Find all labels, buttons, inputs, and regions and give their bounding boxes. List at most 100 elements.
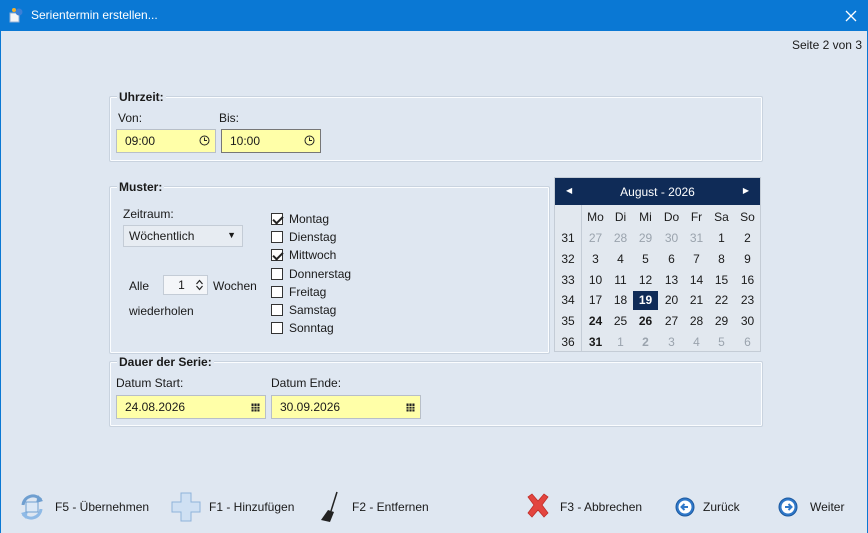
calendar-day[interactable]: 18 <box>608 291 633 310</box>
calendar-day[interactable]: 6 <box>735 333 760 352</box>
calendar-day[interactable]: 14 <box>684 271 709 290</box>
calendar-day[interactable]: 5 <box>709 333 734 352</box>
checkbox-box[interactable] <box>271 249 283 262</box>
start-date-label: Datum Start: <box>116 376 184 390</box>
end-date-field[interactable]: 30.09.2026 <box>271 395 421 419</box>
checkbox-box[interactable] <box>271 322 283 335</box>
checkbox-label: Donnerstag <box>289 266 352 281</box>
calendar-day[interactable]: 26 <box>633 312 658 331</box>
calendar-day[interactable]: 13 <box>659 271 684 290</box>
week-number: 31 <box>561 231 575 245</box>
checkbox-box[interactable] <box>271 213 283 225</box>
cancel-button[interactable]: F3 - Abbrechen <box>524 491 642 523</box>
calendar-day[interactable]: 5 <box>633 250 658 269</box>
close-button[interactable] <box>834 0 868 31</box>
calendar-day[interactable]: 3 <box>659 333 684 352</box>
weekday-checkbox[interactable]: Mittwoch <box>271 247 336 263</box>
calendar-day[interactable]: 1 <box>709 229 734 248</box>
calendar-day[interactable]: 23 <box>735 291 760 310</box>
checkbox-label: Sonntag <box>289 321 334 336</box>
interval-unit-label: Wochen <box>213 279 257 293</box>
week-number: 34 <box>561 293 575 308</box>
end-date-value: 30.09.2026 <box>280 400 341 414</box>
calendar-day[interactable]: 22 <box>709 291 734 310</box>
weekday-checkbox[interactable]: Donnerstag <box>271 266 351 282</box>
checkbox-box[interactable] <box>271 304 283 316</box>
calendar-day[interactable]: 1 <box>608 333 633 352</box>
calendar-day[interactable]: 16 <box>735 271 760 290</box>
clock-icon[interactable] <box>199 135 210 146</box>
calendar-day[interactable]: 7 <box>684 250 709 269</box>
calendar-day[interactable]: 2 <box>735 229 760 248</box>
remove-button-label: F2 - Entfernen <box>352 500 429 514</box>
calendar-day-today[interactable]: 19 <box>633 291 658 311</box>
from-time-field[interactable]: 09:00 <box>116 129 216 153</box>
checkbox-label: Mittwoch <box>289 248 337 263</box>
calendar-day[interactable]: 31 <box>583 333 608 352</box>
add-button[interactable]: F1 - Hinzufügen <box>171 491 294 523</box>
interval-stepper[interactable]: 1 <box>163 275 208 295</box>
calendar-day[interactable]: 12 <box>633 271 658 290</box>
calendar-day[interactable]: 4 <box>608 250 633 269</box>
duration-group-label: Dauer der Serie: <box>117 355 214 369</box>
weekday-header: So <box>740 210 755 224</box>
week-number: 36 <box>561 335 575 349</box>
weekday-checkbox[interactable]: Sonntag <box>271 320 334 336</box>
next-month-icon[interactable]: ▶ <box>743 186 749 195</box>
end-date-label: Datum Ende: <box>271 376 342 390</box>
calendar-day[interactable]: 28 <box>684 312 709 331</box>
checkbox-label: Freitag <box>289 284 327 299</box>
remove-button[interactable]: F2 - Entfernen <box>318 491 429 523</box>
calendar-day[interactable]: 27 <box>583 229 608 248</box>
back-button[interactable]: Zurück <box>675 497 740 517</box>
calendar-day[interactable]: 28 <box>608 229 633 248</box>
calendar-day[interactable]: 8 <box>709 250 734 269</box>
arrow-left-icon <box>675 497 695 517</box>
from-time-value: 09:00 <box>125 134 156 148</box>
checkbox-box[interactable] <box>271 267 283 280</box>
apply-button-label: F5 - Übernehmen <box>55 500 150 514</box>
to-time-field[interactable]: 10:00 <box>221 129 321 153</box>
calendar-day[interactable]: 10 <box>583 271 608 290</box>
calendar-icon[interactable] <box>251 403 260 412</box>
calendar-day[interactable]: 29 <box>633 229 658 248</box>
add-button-label: F1 - Hinzufügen <box>209 500 295 514</box>
calendar-day[interactable]: 6 <box>659 250 684 269</box>
weekday-checkbox[interactable]: Samstag <box>271 302 336 318</box>
calendar-day[interactable]: 20 <box>659 291 684 310</box>
calendar-day[interactable]: 15 <box>709 271 734 290</box>
calendar-day[interactable]: 27 <box>659 312 684 331</box>
checkbox-box[interactable] <box>271 231 283 244</box>
calendar-day[interactable]: 11 <box>608 271 633 290</box>
calendar-day[interactable]: 9 <box>735 250 760 269</box>
calendar-day[interactable]: 29 <box>709 312 734 331</box>
interval-value: 1 <box>178 278 185 292</box>
calendar-day[interactable]: 2 <box>633 333 658 352</box>
weekday-checkbox[interactable]: Freitag <box>271 284 326 300</box>
cancel-x-icon <box>527 493 549 518</box>
window-title: Serientermin erstellen... <box>31 8 158 22</box>
calendar-day[interactable]: 25 <box>608 312 633 331</box>
start-date-field[interactable]: 24.08.2026 <box>116 395 266 419</box>
calendar-day[interactable]: 4 <box>684 333 709 352</box>
weekday-header: Di <box>614 210 627 224</box>
calendar-icon[interactable] <box>406 403 415 412</box>
calendar-day[interactable]: 30 <box>659 229 684 248</box>
calendar-day[interactable]: 3 <box>583 250 608 269</box>
calendar-day[interactable]: 21 <box>684 291 709 310</box>
apply-button[interactable]: F5 - Übernehmen <box>17 491 149 523</box>
period-select[interactable]: Wöchentlich ▼ <box>123 225 243 247</box>
checkbox-label: Samstag <box>289 303 337 317</box>
next-button[interactable]: Weiter <box>778 497 844 517</box>
calendar-day[interactable]: 17 <box>583 291 608 310</box>
clock-icon[interactable] <box>304 135 315 146</box>
checkbox-box[interactable] <box>271 285 283 298</box>
stepper-arrows-icon[interactable] <box>196 279 203 291</box>
weekday-checkbox[interactable]: Montag <box>271 211 329 227</box>
calendar-day[interactable]: 31 <box>684 229 709 248</box>
plus-icon <box>171 492 201 522</box>
weekday-checkbox[interactable]: Dienstag <box>271 229 336 245</box>
refresh-apply-icon <box>21 494 43 520</box>
calendar-day[interactable]: 30 <box>735 312 760 331</box>
calendar-day[interactable]: 24 <box>583 312 608 331</box>
